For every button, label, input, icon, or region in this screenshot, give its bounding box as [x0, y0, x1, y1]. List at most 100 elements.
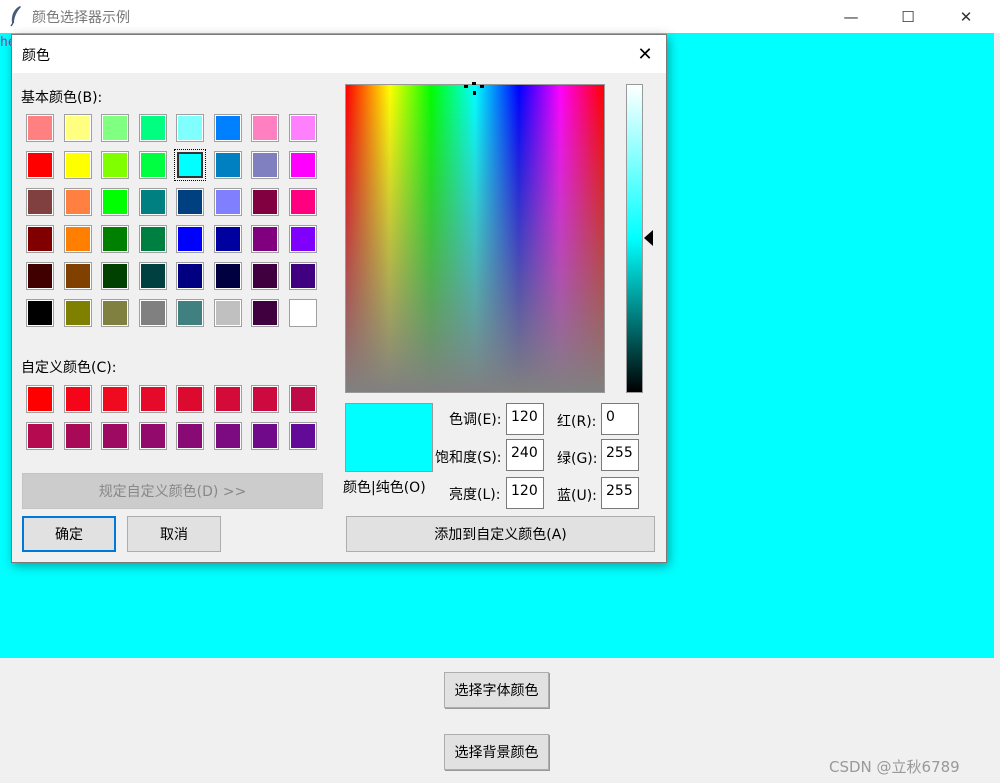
- spectrum-crosshair-icon: [464, 82, 484, 95]
- basic-color-swatch[interactable]: [26, 151, 54, 179]
- custom-color-swatch[interactable]: [213, 422, 242, 450]
- basic-color-swatch[interactable]: [176, 262, 204, 290]
- color-preview: [345, 403, 433, 472]
- basic-color-swatch[interactable]: [138, 114, 167, 142]
- basic-color-swatch[interactable]: [63, 299, 92, 327]
- custom-color-swatch[interactable]: [26, 385, 54, 413]
- custom-color-swatch[interactable]: [101, 422, 129, 450]
- custom-color-swatch[interactable]: [63, 422, 92, 450]
- choose-bg-color-button[interactable]: 选择背景颜色: [444, 734, 549, 770]
- basic-color-swatch[interactable]: [288, 188, 317, 216]
- saturation-input[interactable]: 240: [506, 439, 544, 471]
- color-preview-label: 颜色|纯色(O): [343, 480, 426, 496]
- ok-button[interactable]: 确定: [22, 516, 116, 552]
- basic-color-swatch[interactable]: [63, 262, 92, 290]
- basic-color-swatch[interactable]: [288, 114, 317, 142]
- custom-color-swatch[interactable]: [138, 385, 167, 413]
- red-input[interactable]: 0: [601, 403, 639, 435]
- basic-color-swatch[interactable]: [176, 114, 204, 142]
- basic-color-swatch[interactable]: [101, 114, 129, 142]
- luminance-bar[interactable]: [626, 84, 643, 393]
- basic-color-swatch[interactable]: [26, 262, 54, 290]
- color-spectrum[interactable]: [345, 84, 605, 393]
- luminance-arrow-icon[interactable]: [644, 230, 653, 246]
- basic-color-swatch[interactable]: [138, 225, 167, 253]
- custom-color-swatch[interactable]: [63, 385, 92, 413]
- dialog-title: 颜色: [22, 48, 50, 64]
- basic-color-swatch[interactable]: [63, 188, 92, 216]
- basic-color-swatch[interactable]: [138, 188, 167, 216]
- watermark: CSDN @立秋6789: [829, 758, 960, 776]
- basic-color-swatch[interactable]: [63, 225, 92, 253]
- custom-colors-label: 自定义颜色(C):: [21, 360, 117, 376]
- luminance-input[interactable]: 120: [506, 477, 544, 509]
- basic-color-swatch[interactable]: [251, 114, 279, 142]
- feather-icon: [10, 6, 21, 27]
- basic-color-swatch[interactable]: [26, 299, 54, 327]
- basic-color-swatch[interactable]: [251, 262, 279, 290]
- basic-color-swatch[interactable]: [101, 151, 129, 179]
- custom-color-swatch[interactable]: [288, 385, 317, 413]
- dialog-title-bar: [12, 35, 666, 73]
- add-to-custom-colors-button[interactable]: 添加到自定义颜色(A): [346, 516, 655, 552]
- blue-input[interactable]: 255: [601, 477, 639, 509]
- custom-color-swatch[interactable]: [176, 422, 204, 450]
- basic-color-swatch[interactable]: [138, 262, 167, 290]
- basic-color-swatch[interactable]: [174, 149, 206, 181]
- basic-color-swatch[interactable]: [288, 299, 317, 327]
- custom-color-swatch[interactable]: [138, 422, 167, 450]
- hue-label: 色调(E):: [449, 412, 502, 428]
- red-label: 红(R):: [557, 414, 597, 430]
- basic-color-swatch[interactable]: [288, 225, 317, 253]
- basic-color-swatch[interactable]: [213, 225, 242, 253]
- cancel-button[interactable]: 取消: [127, 516, 221, 552]
- color-dialog: 颜色 ✕ 基本颜色(B): 自定义颜色(C): 颜色|纯色(O) 色调(E): …: [11, 34, 667, 563]
- maximize-button[interactable]: ☐: [885, 0, 931, 33]
- basic-color-swatch[interactable]: [26, 188, 54, 216]
- basic-color-swatch[interactable]: [213, 151, 242, 179]
- basic-colors-label: 基本颜色(B):: [21, 90, 103, 106]
- basic-color-swatch[interactable]: [138, 299, 167, 327]
- basic-color-swatch[interactable]: [176, 188, 204, 216]
- basic-color-swatch[interactable]: [63, 114, 92, 142]
- basic-color-swatch[interactable]: [251, 188, 279, 216]
- basic-color-swatch[interactable]: [288, 262, 317, 290]
- window-close-button[interactable]: ✕: [943, 0, 989, 33]
- hue-input[interactable]: 120: [506, 403, 544, 435]
- basic-color-swatch[interactable]: [138, 151, 167, 179]
- luminance-label: 亮度(L):: [449, 487, 501, 503]
- custom-color-swatch[interactable]: [251, 385, 279, 413]
- basic-color-swatch[interactable]: [26, 114, 54, 142]
- custom-color-swatch[interactable]: [288, 422, 317, 450]
- custom-color-swatch[interactable]: [176, 385, 204, 413]
- saturation-label: 饱和度(S):: [435, 450, 502, 466]
- basic-color-swatch[interactable]: [288, 151, 317, 179]
- custom-color-swatch[interactable]: [213, 385, 242, 413]
- custom-color-swatch[interactable]: [26, 422, 54, 450]
- minimize-button[interactable]: —: [828, 0, 874, 33]
- basic-color-swatch[interactable]: [213, 299, 242, 327]
- dialog-close-button[interactable]: ✕: [632, 41, 658, 67]
- basic-color-swatch[interactable]: [251, 151, 279, 179]
- basic-color-swatch[interactable]: [101, 262, 129, 290]
- basic-color-swatch[interactable]: [251, 299, 279, 327]
- custom-color-swatch[interactable]: [251, 422, 279, 450]
- basic-color-swatch[interactable]: [63, 151, 92, 179]
- basic-color-swatch[interactable]: [213, 188, 242, 216]
- window-edge: [994, 33, 1000, 658]
- basic-color-swatch[interactable]: [176, 225, 204, 253]
- basic-color-swatch[interactable]: [101, 299, 129, 327]
- basic-color-swatch[interactable]: [213, 262, 242, 290]
- blue-label: 蓝(U):: [557, 488, 597, 504]
- green-input[interactable]: 255: [601, 439, 639, 471]
- custom-color-swatch[interactable]: [101, 385, 129, 413]
- basic-color-swatch[interactable]: [251, 225, 279, 253]
- basic-color-swatch[interactable]: [26, 225, 54, 253]
- basic-color-swatch[interactable]: [101, 188, 129, 216]
- basic-color-swatch[interactable]: [213, 114, 242, 142]
- define-custom-colors-button[interactable]: 规定自定义颜色(D) >>: [22, 473, 323, 509]
- choose-font-color-button[interactable]: 选择字体颜色: [444, 672, 549, 708]
- window-title: 颜色选择器示例: [32, 10, 130, 26]
- basic-color-swatch[interactable]: [101, 225, 129, 253]
- basic-color-swatch[interactable]: [176, 299, 204, 327]
